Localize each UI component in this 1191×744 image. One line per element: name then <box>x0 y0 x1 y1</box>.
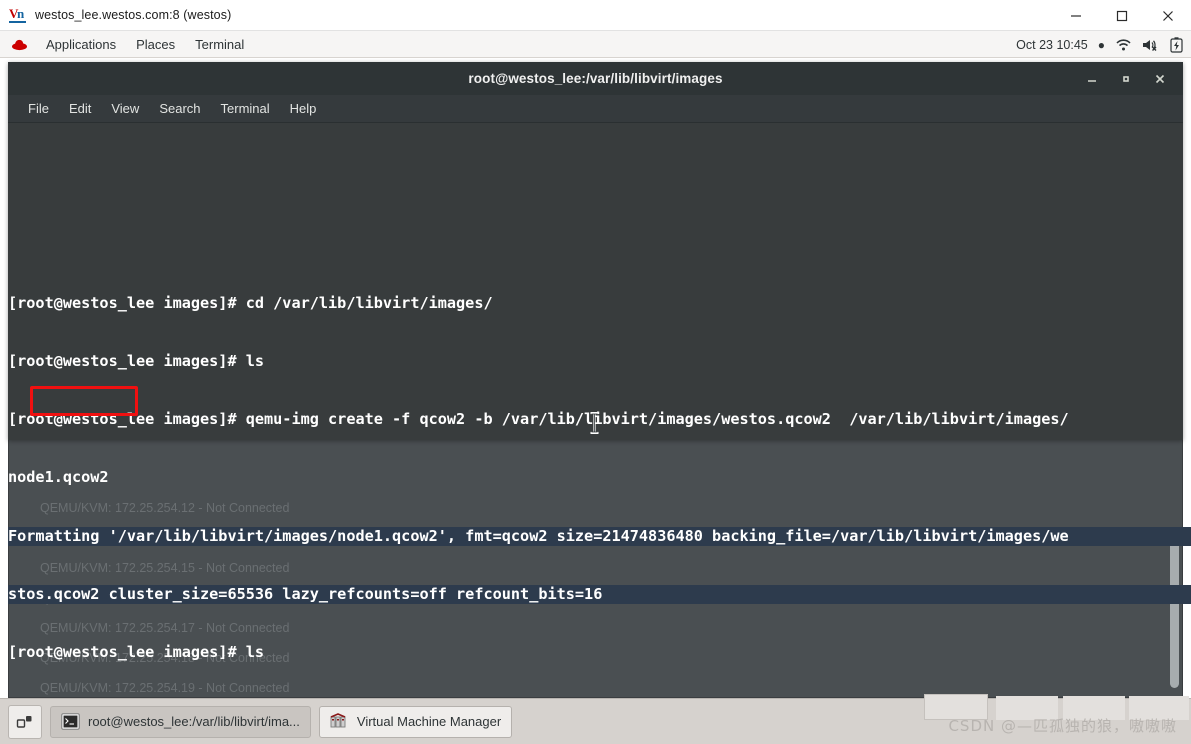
screen: Vn westos_lee.westos.com:8 (westos) Appl… <box>0 0 1191 744</box>
terminal-menu-help[interactable]: Help <box>280 95 327 123</box>
terminal-line: [root@westos_lee images]# cd /var/lib/li… <box>8 293 493 312</box>
terminal-title: root@westos_lee:/var/lib/libvirt/images <box>468 71 723 86</box>
outer-window-titlebar: Vn westos_lee.westos.com:8 (westos) <box>0 0 1191 31</box>
terminal-output[interactable]: [root@westos_lee images]# cd /var/lib/li… <box>8 255 1191 744</box>
terminal-menu-edit[interactable]: Edit <box>59 95 101 123</box>
outer-window-controls <box>1053 0 1191 31</box>
panel-status-area: Oct 23 10:45 ● <box>1016 31 1183 58</box>
redhat-logo-icon <box>11 37 28 51</box>
close-button[interactable] <box>1145 0 1191 31</box>
show-desktop-icon[interactable] <box>8 704 42 739</box>
panel-menu-terminal[interactable]: Terminal <box>185 31 254 58</box>
terminal-menu-search[interactable]: Search <box>149 95 210 123</box>
minimize-button[interactable] <box>1053 0 1099 31</box>
terminal-menu-view[interactable]: View <box>101 95 149 123</box>
i-beam-cursor <box>589 411 600 435</box>
terminal-titlebar: root@westos_lee:/var/lib/libvirt/images <box>8 62 1183 95</box>
panel-menu-applications[interactable]: Applications <box>36 31 126 58</box>
gnome-top-panel: Applications Places Terminal Oct 23 10:4… <box>0 31 1191 58</box>
terminal-window-controls <box>1075 62 1177 95</box>
terminal-line-selected: Formatting '/var/lib/libvirt/images/node… <box>8 526 1191 547</box>
terminal-line: [root@westos_lee images]# ls <box>8 643 265 662</box>
watermark-text: CSDN @—匹孤独的狼，嗷嗷嗷 <box>948 717 1177 735</box>
taskbar: root@westos_lee:/var/lib/libvirt/ima... … <box>0 694 1191 744</box>
wifi-icon[interactable] <box>1115 38 1132 52</box>
terminal-line: node1.qcow2 <box>8 468 109 487</box>
taskbar-item-vmm[interactable]: Virtual Machine Manager <box>318 705 513 738</box>
outer-window-title: westos_lee.westos.com:8 (westos) <box>35 8 232 22</box>
maximize-button[interactable] <box>1099 0 1145 31</box>
vnc-viewer-icon: Vn <box>9 6 26 23</box>
taskbar-item-terminal[interactable]: root@westos_lee:/var/lib/libvirt/ima... <box>50 705 311 738</box>
battery-charging-icon[interactable] <box>1170 36 1183 53</box>
terminal-icon <box>61 713 80 730</box>
terminal-line: [root@westos_lee images]# ls <box>8 352 265 371</box>
panel-menu-places[interactable]: Places <box>126 31 185 58</box>
vmm-icon <box>330 713 349 730</box>
maximize-button[interactable] <box>1109 62 1143 95</box>
close-button[interactable] <box>1143 62 1177 95</box>
panel-clock[interactable]: Oct 23 10:45 <box>1016 38 1088 52</box>
volume-muted-icon[interactable] <box>1142 38 1160 52</box>
taskbar-item-label: Virtual Machine Manager <box>356 714 502 729</box>
terminal-line-selected: stos.qcow2 cluster_size=65536 lazy_refco… <box>8 584 1191 605</box>
minimize-button[interactable] <box>1075 62 1109 95</box>
recording-dot-icon: ● <box>1097 37 1105 52</box>
terminal-menu-terminal[interactable]: Terminal <box>211 95 280 123</box>
taskbar-item-label: root@westos_lee:/var/lib/libvirt/ima... <box>88 714 300 729</box>
terminal-menubar: File Edit View Search Terminal Help <box>8 95 1183 123</box>
terminal-menu-file[interactable]: File <box>18 95 59 123</box>
